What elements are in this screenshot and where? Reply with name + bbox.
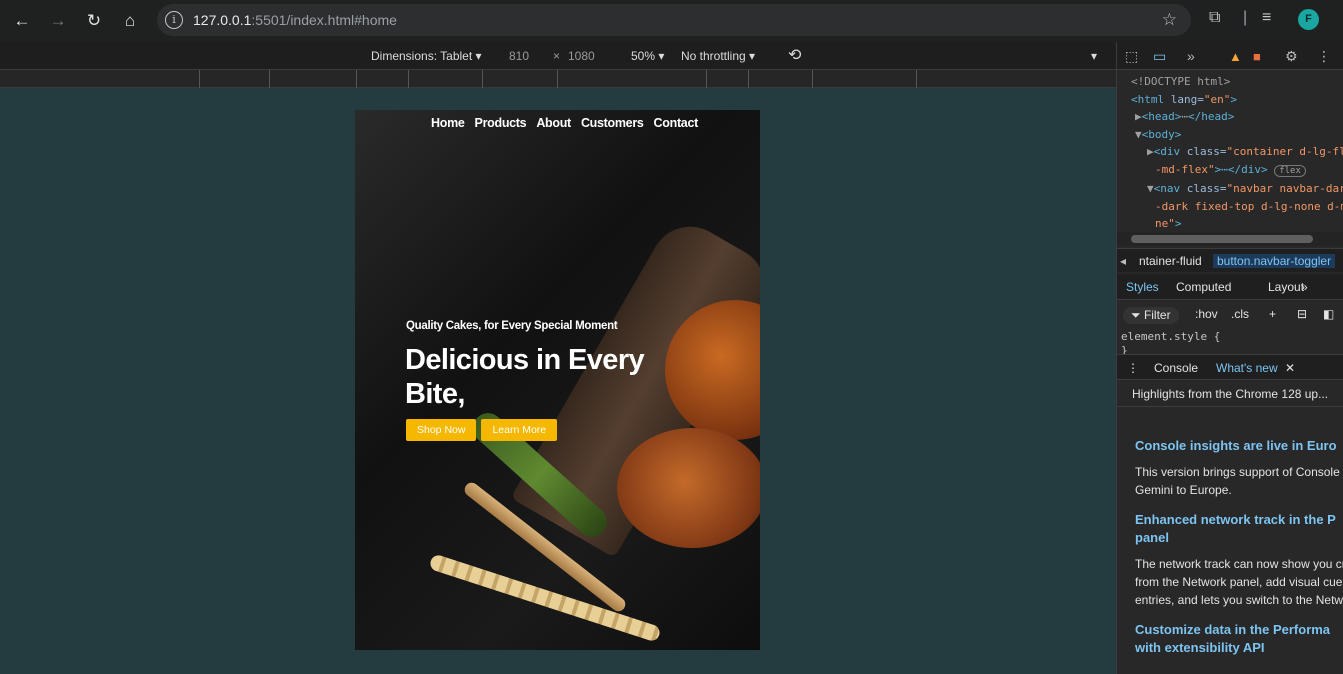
breadcrumb-left-icon[interactable]: ◂ (1120, 254, 1126, 268)
device-toolbar: Dimensions: Tablet ▾ 810 × 1080 50% ▾ No… (0, 42, 1116, 70)
nav-node-cont: -dark fixed-top d-lg-none d-m (1155, 199, 1343, 213)
hero-buttons: Shop Now Learn More (406, 419, 558, 441)
settings-gear-icon[interactable]: ⚙ (1285, 48, 1298, 65)
back-icon[interactable]: ← (10, 9, 34, 33)
breadcrumb-item-active[interactable]: button.navbar-toggler (1213, 254, 1336, 268)
devtools-panel: ⬚ ▭ » ▲ ■ ⚙ ⋮ <!DOCTYPE html> <html lang… (1116, 42, 1343, 674)
drawer-menu-icon[interactable]: ⋮ (1127, 361, 1139, 375)
device-toggle-icon[interactable]: ▭ (1153, 48, 1166, 65)
hero-subtitle: Quality Cakes, for Every Special Moment (406, 320, 618, 332)
reload-icon[interactable]: ↻ (82, 9, 106, 33)
tab-styles[interactable]: Styles (1126, 280, 1159, 294)
nav-about[interactable]: About (536, 116, 571, 130)
elements-tree[interactable]: <!DOCTYPE html> <html lang="en"> ▶<head>… (1117, 70, 1343, 230)
breadcrumb: ◂ ntainer-fluid button.navbar-toggler (1117, 248, 1343, 272)
inspect-element-icon[interactable]: ⬚ (1125, 48, 1138, 65)
emulated-viewport: Home Products About Customers Contact Qu… (0, 89, 1116, 674)
flex-badge[interactable]: flex (1274, 164, 1306, 177)
html-node[interactable]: <html lang="en"> (1131, 91, 1343, 109)
whats-new-heading[interactable]: Console insights are live in Euro (1135, 437, 1343, 455)
cls-toggle[interactable]: .cls (1231, 307, 1249, 321)
tab-layout[interactable]: Layout (1268, 280, 1304, 294)
breadcrumb-item[interactable]: ntainer-fluid (1139, 254, 1202, 268)
width-input[interactable]: 810 (509, 49, 529, 63)
tab-whats-new[interactable]: What's new (1216, 361, 1278, 375)
styles-filter-bar: ⏷ Filter :hov .cls + ⊟ ◧ (1117, 302, 1343, 328)
throttling-select[interactable]: No throttling ▾ (681, 49, 755, 63)
extensions-icon[interactable]: ⧉ (1209, 9, 1220, 27)
more-tabs-icon[interactable]: » (1187, 48, 1195, 64)
url-text[interactable]: 127.0.0.1:5501/index.html#home (193, 12, 397, 28)
bread-image-2 (617, 428, 760, 548)
toolbar-divider: | (1243, 9, 1248, 26)
device-screen: Home Products About Customers Contact Qu… (355, 110, 760, 650)
whats-new-content: Console insights are live in Euro This v… (1117, 406, 1343, 674)
forward-icon[interactable]: → (46, 9, 70, 33)
learn-more-button[interactable]: Learn More (481, 419, 558, 441)
more-options-icon[interactable]: ▾ (1091, 49, 1097, 63)
nav-customers[interactable]: Customers (581, 116, 644, 130)
filter-input[interactable]: ⏷ Filter (1123, 307, 1179, 324)
head-node[interactable]: ▶<head>⋯</head> (1135, 108, 1343, 126)
site-info-icon[interactable]: i (165, 11, 183, 29)
dimension-separator: × (553, 49, 561, 63)
home-icon[interactable]: ⌂ (118, 9, 142, 33)
div-node-cont: -md-flex">⋯</div> flex (1155, 161, 1343, 181)
browser-toolbar: ← → ↻ ⌂ i 127.0.0.1:5501/index.html#home… (0, 0, 1343, 42)
nav-node[interactable]: ▼<nav class="navbar navbar-dar (1147, 180, 1343, 198)
div-node[interactable]: ▶<div class="container d-lg-fl (1147, 143, 1343, 161)
whats-new-text: This version brings support of Console i… (1135, 465, 1343, 497)
zoom-select[interactable]: 50% ▾ (631, 49, 664, 63)
nav-products[interactable]: Products (475, 116, 527, 130)
styles-tabs: Styles Computed Layout » (1117, 274, 1343, 300)
warning-icon[interactable]: ▲ (1229, 49, 1242, 64)
nav-home[interactable]: Home (431, 116, 465, 130)
drawer-tabs: ⋮ Console What's new ✕ (1117, 354, 1343, 380)
close-icon[interactable]: ✕ (1285, 361, 1295, 375)
sidebar-icon[interactable]: ◧ (1323, 307, 1334, 321)
rotate-icon[interactable]: ⟲ (788, 45, 801, 65)
hero-title: Delicious in Every Bite, (405, 344, 645, 410)
more-subtabs-icon[interactable]: » (1301, 280, 1308, 294)
paint-icon[interactable]: ⊟ (1297, 307, 1307, 321)
bookmark-star-icon[interactable]: ☆ (1162, 10, 1177, 30)
whats-new-text: The network track can now show you cr fro… (1135, 557, 1343, 607)
site-navbar: Home Products About Customers Contact (355, 116, 760, 130)
hov-toggle[interactable]: :hov (1195, 307, 1218, 321)
wheat-image (428, 553, 662, 643)
whats-new-heading[interactable]: Customize data in the Performa with exten… (1135, 621, 1343, 657)
elements-scrollbar[interactable] (1117, 232, 1343, 246)
nav-node-cont2: ne"> (1155, 217, 1182, 230)
reading-list-icon[interactable]: ≡ (1262, 9, 1271, 27)
kebab-menu-icon[interactable]: ⋮ (1317, 48, 1331, 65)
height-input[interactable]: 1080 (568, 49, 595, 63)
body-node[interactable]: ▼<body> (1135, 126, 1343, 144)
issues-icon[interactable]: ■ (1253, 49, 1261, 64)
add-rule-icon[interactable]: + (1269, 307, 1276, 321)
media-query-ruler[interactable] (0, 70, 1116, 88)
address-bar[interactable]: i 127.0.0.1:5501/index.html#home ☆ (157, 4, 1191, 36)
tab-console[interactable]: Console (1154, 361, 1198, 375)
doctype-node[interactable]: <!DOCTYPE html> (1131, 73, 1343, 91)
avatar[interactable]: F (1298, 9, 1319, 30)
whats-new-heading[interactable]: Enhanced network track in the Ppanel (1135, 511, 1343, 547)
shop-now-button[interactable]: Shop Now (406, 419, 477, 441)
highlights-title: Highlights from the Chrome 128 up... (1132, 387, 1329, 401)
tab-computed[interactable]: Computed (1176, 280, 1231, 294)
devtools-toolbar: ⬚ ▭ » ▲ ■ ⚙ ⋮ (1117, 42, 1343, 70)
dimensions-select[interactable]: Dimensions: Tablet ▾ (371, 49, 482, 63)
nav-contact[interactable]: Contact (654, 116, 699, 130)
